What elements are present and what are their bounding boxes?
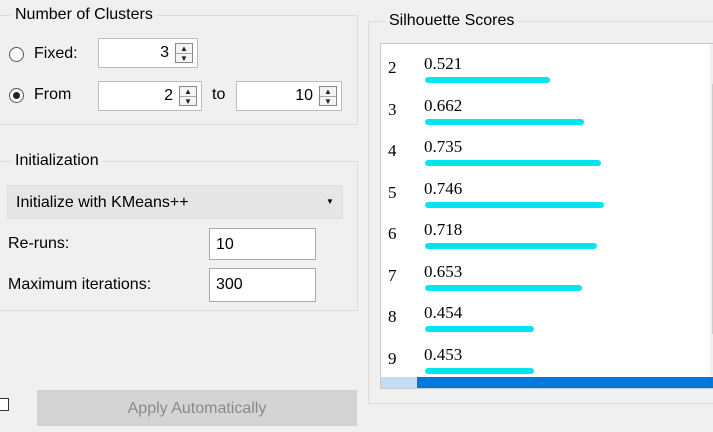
fixed-value: 3	[160, 44, 169, 61]
row-k: 2	[388, 58, 397, 77]
score-bar	[425, 367, 534, 374]
score-bar	[425, 118, 584, 125]
score-bar	[425, 201, 604, 208]
from-radio[interactable]	[9, 88, 24, 103]
score-bar	[425, 243, 597, 249]
score-bar	[425, 284, 582, 291]
score-bar	[425, 326, 534, 332]
spin-down-icon: ▼	[176, 53, 192, 63]
apply-checkbox[interactable]	[0, 398, 9, 411]
reruns-label: Re-runs:	[8, 235, 70, 252]
maxiter-field[interactable]: 300	[209, 268, 316, 302]
row-score: 0.718	[424, 220, 463, 239]
row-score: 0.746	[424, 178, 463, 198]
from-spinbox[interactable]: 2 ▲ ▼	[98, 81, 202, 111]
row-score: 0.662	[424, 95, 463, 115]
spin-up-down-icon[interactable]: ▲ ▼	[319, 86, 337, 106]
spin-up-icon: ▲	[184, 87, 192, 96]
score-bar	[425, 77, 550, 83]
row-k: 6	[388, 224, 397, 243]
clusters-group-title: Number of Clusters	[11, 6, 157, 24]
row-k: 5	[388, 182, 397, 202]
to-value: 10	[295, 87, 313, 104]
spin-down-icon: ▼	[320, 96, 336, 106]
apply-label: Apply Automatically	[127, 400, 267, 417]
from-label: From	[34, 86, 72, 103]
to-spinbox[interactable]: 10 ▲ ▼	[236, 81, 342, 111]
spin-up-down-icon[interactable]: ▲ ▼	[179, 86, 197, 106]
reruns-field[interactable]: 10	[209, 228, 316, 260]
row-k: 4	[388, 141, 397, 160]
reruns-value: 10	[216, 236, 234, 253]
row-score: 0.453	[424, 344, 463, 364]
silhouette-group-title: Silhouette Scores	[385, 12, 519, 30]
row-k: 7	[388, 265, 397, 285]
row-score: 0.735	[424, 137, 463, 156]
init-method-value: Initialize with KMeans++	[16, 194, 189, 211]
fixed-radio[interactable]	[9, 47, 24, 62]
row-selection-bar	[417, 377, 713, 388]
from-value: 2	[164, 87, 173, 104]
dropdown-arrow-icon: ▼	[326, 197, 334, 206]
spin-down-icon: ▼	[180, 96, 196, 106]
fixed-label: Fixed:	[34, 45, 78, 62]
row-score: 0.521	[424, 54, 463, 73]
spin-up-icon: ▲	[324, 87, 332, 96]
spin-up-down-icon[interactable]: ▲ ▼	[175, 43, 193, 63]
apply-automatically-button[interactable]: Apply Automatically	[37, 390, 357, 426]
score-bar	[425, 160, 601, 166]
to-label: to	[212, 86, 226, 103]
maxiter-value: 300	[216, 276, 243, 293]
silhouette-list[interactable]: 2 0.521 3 0.662 4 0.735 5 0.746 6 0.718 7 0.653 8 0.4…	[380, 43, 713, 389]
spin-up-icon: ▲	[180, 44, 188, 53]
row-k: 3	[388, 99, 397, 119]
row-score: 0.454	[424, 303, 463, 322]
row-k: 8	[388, 307, 397, 326]
init-method-dropdown[interactable]: Initialize with KMeans++ ▼	[7, 185, 343, 219]
maxiter-label: Maximum iterations:	[8, 276, 152, 293]
row-score: 0.653	[424, 261, 463, 281]
fixed-spinbox[interactable]: 3 ▲ ▼	[98, 38, 198, 68]
row-k: 9	[388, 348, 397, 368]
initialization-group-title: Initialization	[11, 152, 103, 170]
